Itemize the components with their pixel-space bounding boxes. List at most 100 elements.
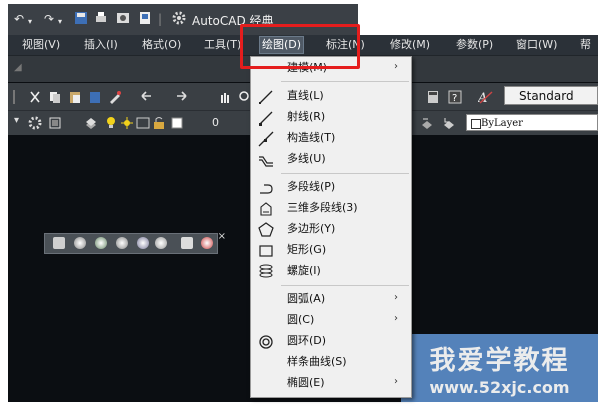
gear-icon[interactable] [28,115,42,130]
layer-viewport-icon[interactable] [136,115,150,129]
plot-icon[interactable] [138,11,152,29]
menu-item-polygon[interactable]: 多边形(Y) [251,219,411,240]
redo-dropdown-icon[interactable]: ▾ [58,14,62,30]
menu-item-3d-polyline[interactable]: 三维多段线(3) [251,198,411,219]
polygon-icon [258,222,274,238]
chevron-down-icon[interactable]: ▾ [14,115,28,129]
se-iso-view-icon[interactable] [95,237,107,249]
nw-iso-view-icon[interactable] [137,237,149,249]
title-blank-area [358,4,598,35]
menu-item-rectangle[interactable]: 矩形(G) [251,240,411,261]
menu-item-label: 多边形(Y) [287,222,336,235]
menu-item-construction-line[interactable]: 构造线(T) [251,128,411,149]
camera-view-icon[interactable] [181,237,193,249]
make-current-icon[interactable] [420,115,434,129]
layer-thaw-icon[interactable] [120,115,134,129]
layer-on-icon[interactable] [104,115,118,129]
submenu-arrow-icon: › [394,61,398,72]
menu-help-partial[interactable]: 帮 [580,37,591,53]
separator-icon: | [158,12,163,26]
menu-item-spline[interactable]: 样条曲线(S) [251,352,411,373]
watermark-url: www.52xjc.com [429,378,570,397]
submenu-arrow-icon: › [394,292,398,303]
undo-icon[interactable]: ↶ [14,11,24,27]
multiline-icon [258,152,274,168]
ne-iso-view-icon[interactable] [116,237,128,249]
menu-item-donut[interactable]: 圆环(D) [251,331,411,352]
menu-item-multiline[interactable]: 多线(U) [251,149,411,170]
donut-icon [258,334,274,350]
layer-manager-icon[interactable] [84,115,98,129]
top-view-icon[interactable] [53,237,65,249]
menu-item-label: 圆环(D) [287,334,327,347]
menu-item-ray[interactable]: 射线(R) [251,107,411,128]
menu-item-helix[interactable]: 螺旋(I) [251,261,411,282]
menu-divider [281,81,409,82]
menu-window[interactable]: 窗口(W) [516,37,557,53]
menu-item-line[interactable]: 直线(L) [251,86,411,107]
paste-block-icon[interactable] [88,89,102,103]
menu-item-label: 椭圆(E) [287,376,325,389]
paste-icon[interactable] [68,89,82,103]
layer-unlock-icon[interactable] [152,115,166,129]
undo-toolbar-icon[interactable] [138,89,152,103]
menu-view[interactable]: 视图(V) [22,37,60,53]
highlight-box [240,24,360,69]
cut-icon[interactable] [28,89,42,103]
menu-tools[interactable]: 工具(T) [204,37,241,53]
watermark-title: 我爱学教程 [429,346,570,376]
menu-item-label: 螺旋(I) [287,264,321,277]
text-style-select[interactable]: Standard [504,86,598,105]
help-icon[interactable]: ? [448,89,462,104]
menu-item-label: 构造线(T) [287,131,336,144]
copy-icon[interactable] [48,89,62,103]
save-icon[interactable] [74,11,88,29]
menu-item-label: 多段线(P) [287,180,336,193]
pan-icon[interactable] [218,89,232,103]
color-control-select[interactable]: ByLayer [466,114,598,131]
layer-previous-icon[interactable] [442,115,456,129]
menu-insert[interactable]: 插入(I) [84,37,118,53]
menu-modify[interactable]: 修改(M) [390,37,430,53]
construction-line-icon [258,131,274,147]
ray-icon [258,110,274,126]
view-floating-toolbar: × [44,231,226,254]
text-style-icon[interactable]: A [477,89,493,106]
redo-icon[interactable]: ↷ [44,11,54,27]
rectangle-icon [258,243,274,259]
calculator-icon[interactable] [426,89,440,103]
polyline-icon [258,180,274,196]
publish-icon[interactable] [116,11,130,29]
menu-divider [281,173,409,174]
sw-iso-view-icon[interactable] [74,237,86,249]
submenu-arrow-icon: › [394,313,398,324]
menu-item-label: 圆(C) [287,313,315,326]
menu-item-ellipse[interactable]: 椭圆(E) › [251,373,411,394]
menu-item-label: 样条曲线(S) [287,355,347,368]
draw-menu-dropdown: 建模(M) › 直线(L) 射线(R) 构造线(T) 多线(U) 多段线(P) … [250,56,412,398]
menu-item-arc[interactable]: 圆弧(A) › [251,289,411,310]
menu-format[interactable]: 格式(O) [142,37,181,53]
3d-polyline-icon [258,201,274,217]
print-icon[interactable] [94,11,108,29]
redo-toolbar-icon[interactable] [176,89,190,103]
view-manager-icon[interactable] [201,237,213,249]
line-icon [258,89,274,105]
menu-item-circle[interactable]: 圆(C) › [251,310,411,331]
gear-icon[interactable] [172,11,186,29]
close-icon[interactable]: × [218,231,226,242]
color-control-value: ByLayer [481,118,523,129]
watermark: 我爱学教程 www.52xjc.com [401,334,598,402]
menu-item-label: 射线(R) [287,110,326,123]
current-layer-name[interactable]: 0 [212,116,219,129]
menu-item-label: 三维多段线(3) [287,201,358,214]
color-swatch-icon [471,119,481,129]
menu-item-polyline[interactable]: 多段线(P) [251,177,411,198]
undo-dropdown-icon[interactable]: ▾ [28,14,32,30]
layer-color-icon[interactable] [170,115,184,129]
menu-parametric[interactable]: 参数(P) [456,37,493,53]
match-properties-icon[interactable] [108,89,122,104]
orbit-view-icon[interactable] [155,237,167,249]
layer-states-icon[interactable] [48,115,62,129]
helix-icon [258,264,274,280]
